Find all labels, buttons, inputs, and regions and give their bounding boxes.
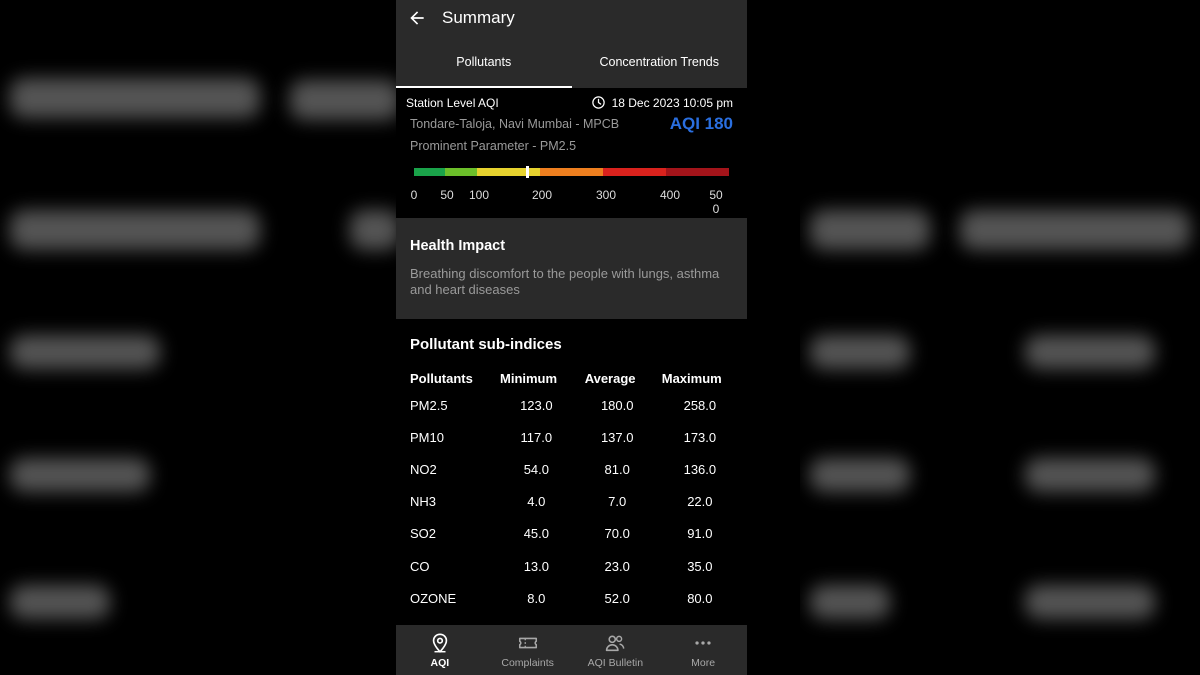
timestamp: 18 Dec 2023 10:05 pm — [591, 95, 733, 110]
scale-segment-moderate — [477, 168, 540, 176]
scale-segment-satisfactory — [445, 168, 477, 176]
average-value: 7.0 — [608, 494, 627, 510]
column-header: Average — [584, 370, 636, 386]
pollutant-name: PM2.5 — [410, 397, 448, 413]
column-header: Minimum — [500, 370, 558, 386]
more-dots-icon — [695, 641, 711, 645]
average-value: 70.0 — [604, 526, 630, 542]
scale-tick: 300 — [595, 188, 617, 202]
minimum-value: 54.0 — [523, 461, 549, 477]
aqi-scale-ticks: 0 50 100 200 300 400 500 — [410, 188, 740, 216]
table-header-row: Pollutants Minimum Average Maximum — [404, 367, 744, 389]
aqi-scale-marker — [526, 166, 530, 178]
aqi-value: AQI 180 — [669, 114, 733, 133]
health-impact-text: Breathing discomfort to the people with … — [410, 266, 720, 297]
maximum-value: 258.0 — [683, 397, 717, 413]
back-button[interactable] — [398, 0, 436, 36]
maximum-value: 80.0 — [687, 590, 713, 606]
users-icon — [606, 635, 625, 652]
page-title: Summary — [442, 8, 515, 27]
maximum-value: 35.0 — [687, 558, 713, 574]
nav-item-complaints[interactable]: Complaints — [484, 625, 572, 675]
average-value: 52.0 — [604, 590, 630, 606]
minimum-value: 45.0 — [523, 526, 549, 542]
clock-icon — [591, 96, 605, 109]
nav-item-more[interactable]: More — [659, 625, 747, 675]
nav-label: AQI — [430, 657, 450, 669]
pollutant-name: NH3 — [410, 494, 437, 510]
scale-segment-severe — [666, 168, 729, 176]
location-pin-icon — [432, 633, 448, 653]
maximum-value: 22.0 — [687, 494, 713, 510]
health-impact-title: Health Impact — [410, 238, 506, 254]
blurred-right-panel — [800, 0, 1200, 675]
maximum-value: 173.0 — [683, 429, 717, 445]
table-row: SO2 45.0 70.0 91.0 — [404, 518, 744, 550]
pollutant-name: OZONE — [410, 590, 457, 606]
column-header: Maximum — [661, 370, 722, 386]
average-value: 23.0 — [604, 558, 630, 574]
scale-tick: 50 — [440, 188, 454, 202]
nav-label: More — [691, 657, 716, 669]
average-value: 137.0 — [600, 429, 634, 445]
prominent-parameter: Prominent Parameter - PM2.5 — [410, 139, 577, 153]
ticket-icon — [518, 637, 537, 649]
pollutant-name: SO2 — [410, 526, 437, 542]
table-row: OZONE 8.0 52.0 80.0 — [404, 582, 744, 614]
health-impact-card: Health Impact Breathing discomfort to th… — [396, 218, 747, 319]
tab-bar: Pollutants Concentration Trends — [396, 36, 747, 88]
station-heading: Station Level AQI — [406, 95, 499, 110]
minimum-value: 123.0 — [520, 397, 553, 413]
maximum-value: 136.0 — [683, 461, 717, 477]
nav-item-aqi-bulletin[interactable]: AQI Bulletin — [572, 625, 660, 675]
timestamp-text: 18 Dec 2023 10:05 pm — [611, 95, 733, 110]
station-aqi-card: Station Level AQI 18 Dec 2023 10:05 pm T… — [396, 88, 747, 218]
scale-segment-good — [414, 168, 445, 176]
minimum-value: 117.0 — [520, 429, 553, 445]
average-value: 180.0 — [600, 397, 634, 413]
scale-tick: 200 — [531, 188, 553, 202]
scale-tick: 0 — [410, 188, 418, 202]
tab-concentration-trends[interactable]: Concentration Trends — [572, 36, 748, 88]
maximum-value: 91.0 — [687, 526, 713, 542]
bottom-navigation: AQI Complaints AQI Bulletin More — [396, 625, 747, 675]
minimum-value: 8.0 — [527, 590, 546, 606]
nav-item-aqi[interactable]: AQI — [396, 625, 484, 675]
tab-pollutants[interactable]: Pollutants — [396, 36, 572, 88]
average-value: 81.0 — [604, 461, 630, 477]
nav-label: AQI Bulletin — [587, 657, 644, 669]
scale-tick: 100 — [468, 188, 490, 202]
table-row: NH3 4.0 7.0 22.0 — [404, 486, 744, 518]
table-row: NO2 54.0 81.0 136.0 — [404, 453, 744, 485]
minimum-value: 13.0 — [523, 558, 549, 574]
scale-tick: 400 — [659, 188, 681, 202]
aqi-color-scale — [414, 168, 729, 176]
nav-label: Complaints — [501, 657, 554, 669]
table-row: CO 13.0 23.0 35.0 — [404, 550, 744, 582]
scale-tick: 500 — [709, 188, 723, 216]
table-row: PM10 117.0 137.0 173.0 — [404, 421, 744, 453]
blurred-left-panel — [0, 0, 400, 675]
pollutant-name: CO — [410, 558, 430, 574]
column-header: Pollutants — [410, 370, 473, 386]
back-arrow-icon — [410, 11, 424, 25]
minimum-value: 4.0 — [527, 494, 546, 510]
pollutant-name: PM10 — [410, 429, 444, 445]
scale-segment-very-poor — [603, 168, 666, 176]
subindices-table: Pollutants Minimum Average Maximum PM2.5… — [404, 367, 744, 614]
table-row: PM2.5 123.0 180.0 258.0 — [404, 389, 744, 421]
app-bar: Summary — [396, 0, 747, 36]
pollutant-subindices: Pollutant sub-indices Pollutants Minimum… — [396, 319, 747, 625]
app-screen: Summary Pollutants Concentration Trends … — [396, 0, 747, 675]
station-location: Tondare-Taloja, Navi Mumbai - MPCB — [410, 117, 620, 131]
subindices-title: Pollutant sub-indices — [410, 336, 562, 353]
scale-segment-poor — [540, 168, 603, 176]
pollutant-name: NO2 — [410, 461, 437, 477]
